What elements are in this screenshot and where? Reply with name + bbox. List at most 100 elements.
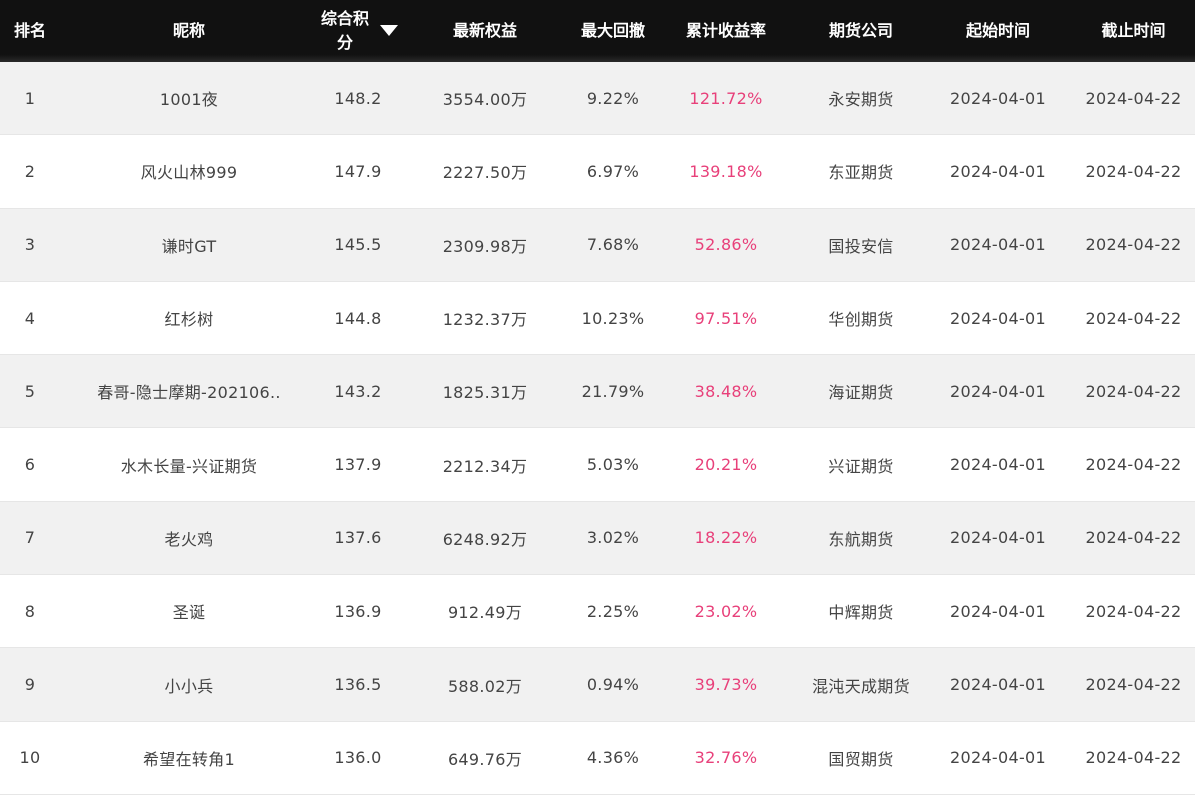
end-time-cell: 2024-04-22 xyxy=(1085,308,1182,328)
column-header-company[interactable]: 期货公司 xyxy=(798,0,924,62)
score-cell: 136.9 xyxy=(334,601,382,621)
company-cell: 东航期货 xyxy=(828,529,894,549)
end-time-cell: 2024-04-22 xyxy=(1085,161,1182,181)
equity-cell: 1232.37万 xyxy=(442,310,528,330)
nickname-cell[interactable]: 谦时GT xyxy=(60,233,318,257)
equity-cell: 1825.31万 xyxy=(442,383,528,403)
start-time-cell: 2024-04-01 xyxy=(950,675,1046,695)
end-time-cell: 2024-04-22 xyxy=(1085,88,1182,108)
rank-cell: 7 xyxy=(24,528,36,548)
end-time-cell: 2024-04-22 xyxy=(1085,381,1182,401)
ranking-table: 排名 昵称 综合积分 最新权益 最大回撤 累计收益率 期货公司 起始时间 截止时… xyxy=(0,0,1195,795)
rank-cell: 1 xyxy=(24,88,36,108)
table-row[interactable]: 5 春哥-隐士摩期-202106.. 143.2 1825.31万 21.79%… xyxy=(0,355,1195,429)
drawdown-cell: 2.25% xyxy=(586,601,640,621)
equity-cell: 6248.92万 xyxy=(442,529,528,549)
table-row[interactable]: 1 1001夜 148.2 3554.00万 9.22% 121.72% 永安期… xyxy=(0,62,1195,136)
nickname-cell[interactable]: 水木长量-兴证期货 xyxy=(60,453,318,477)
drawdown-cell: 6.97% xyxy=(586,161,640,181)
nickname-cell[interactable]: 红杉树 xyxy=(60,306,318,330)
score-cell: 136.5 xyxy=(334,675,382,695)
start-time-cell: 2024-04-01 xyxy=(950,161,1046,181)
end-time-cell: 2024-04-22 xyxy=(1085,601,1182,621)
rank-cell: 9 xyxy=(24,675,36,695)
nickname-cell[interactable]: 春哥-隐士摩期-202106.. xyxy=(60,379,318,403)
drawdown-cell: 5.03% xyxy=(586,455,640,475)
table-header: 排名 昵称 综合积分 最新权益 最大回撤 累计收益率 期货公司 起始时间 截止时… xyxy=(0,0,1195,62)
cumulative-return-cell: 97.51% xyxy=(694,308,758,328)
nickname-cell[interactable]: 希望在转角1 xyxy=(60,746,318,770)
start-time-cell: 2024-04-01 xyxy=(950,601,1046,621)
cumulative-return-cell: 139.18% xyxy=(689,161,763,181)
column-header-equity[interactable]: 最新权益 xyxy=(398,0,572,62)
table-row[interactable]: 3 谦时GT 145.5 2309.98万 7.68% 52.86% 国投安信 … xyxy=(0,208,1195,282)
table-row[interactable]: 10 希望在转角1 136.0 649.76万 4.36% 32.76% 国贸期… xyxy=(0,721,1195,795)
equity-cell: 588.02万 xyxy=(447,676,523,696)
caret-down-icon[interactable] xyxy=(380,24,398,36)
drawdown-cell: 21.79% xyxy=(581,381,645,401)
table-row[interactable]: 8 圣诞 136.9 912.49万 2.25% 23.02% 中辉期货 202… xyxy=(0,575,1195,649)
start-time-cell: 2024-04-01 xyxy=(950,381,1046,401)
nickname-cell[interactable]: 小小兵 xyxy=(60,673,318,697)
end-time-cell: 2024-04-22 xyxy=(1085,675,1182,695)
rank-cell: 5 xyxy=(24,381,36,401)
drawdown-cell: 0.94% xyxy=(586,675,640,695)
drawdown-cell: 10.23% xyxy=(581,308,645,328)
nickname-cell[interactable]: 圣诞 xyxy=(60,599,318,623)
table-row[interactable]: 9 小小兵 136.5 588.02万 0.94% 39.73% 混沌天成期货 … xyxy=(0,648,1195,722)
company-cell: 东亚期货 xyxy=(828,163,894,183)
table-row[interactable]: 4 红杉树 144.8 1232.37万 10.23% 97.51% 华创期货 … xyxy=(0,281,1195,356)
rank-cell: 10 xyxy=(19,748,41,768)
score-cell: 145.5 xyxy=(334,235,382,255)
table-row[interactable]: 2 风火山林999 147.9 2227.50万 6.97% 139.18% 东… xyxy=(0,135,1195,209)
nickname-cell[interactable]: 老火鸡 xyxy=(60,526,318,550)
rank-cell: 8 xyxy=(24,601,36,621)
column-header-rank[interactable]: 排名 xyxy=(0,0,60,62)
column-header-score-label: 综合积分 xyxy=(320,9,369,52)
equity-cell: 3554.00万 xyxy=(442,90,528,110)
score-cell: 144.8 xyxy=(334,308,382,328)
company-cell: 海证期货 xyxy=(828,383,894,403)
column-header-drawdown[interactable]: 最大回撤 xyxy=(572,0,654,62)
equity-cell: 2212.34万 xyxy=(442,456,528,476)
company-cell: 兴证期货 xyxy=(828,456,894,476)
rank-cell: 6 xyxy=(24,455,36,475)
end-time-cell: 2024-04-22 xyxy=(1085,528,1182,548)
company-cell: 国贸期货 xyxy=(828,749,894,769)
score-cell: 147.9 xyxy=(334,161,382,181)
cumulative-return-cell: 39.73% xyxy=(694,675,758,695)
end-time-cell: 2024-04-22 xyxy=(1085,748,1182,768)
column-header-nickname[interactable]: 昵称 xyxy=(60,0,318,62)
end-time-cell: 2024-04-22 xyxy=(1085,235,1182,255)
score-cell: 136.0 xyxy=(334,748,382,768)
start-time-cell: 2024-04-01 xyxy=(950,528,1046,548)
equity-cell: 649.76万 xyxy=(447,749,523,769)
equity-cell: 2309.98万 xyxy=(442,236,528,256)
score-cell: 137.9 xyxy=(334,455,382,475)
cumulative-return-cell: 23.02% xyxy=(694,601,758,621)
rank-cell: 3 xyxy=(24,235,36,255)
equity-cell: 912.49万 xyxy=(447,603,523,623)
rank-cell: 4 xyxy=(24,308,36,328)
drawdown-cell: 7.68% xyxy=(586,235,640,255)
table-row[interactable]: 6 水木长量-兴证期货 137.9 2212.34万 5.03% 20.21% … xyxy=(0,428,1195,502)
drawdown-cell: 4.36% xyxy=(586,748,640,768)
score-cell: 137.6 xyxy=(334,528,382,548)
cumulative-return-cell: 52.86% xyxy=(694,235,758,255)
column-header-start-time[interactable]: 起始时间 xyxy=(924,0,1072,62)
nickname-cell[interactable]: 风火山林999 xyxy=(60,159,318,183)
start-time-cell: 2024-04-01 xyxy=(950,88,1046,108)
company-cell: 中辉期货 xyxy=(828,603,894,623)
start-time-cell: 2024-04-01 xyxy=(950,235,1046,255)
company-cell: 华创期货 xyxy=(828,310,894,330)
start-time-cell: 2024-04-01 xyxy=(950,748,1046,768)
column-header-score[interactable]: 综合积分 xyxy=(318,0,398,62)
rank-cell: 2 xyxy=(24,161,36,181)
cumulative-return-cell: 32.76% xyxy=(694,748,758,768)
score-cell: 148.2 xyxy=(334,88,382,108)
equity-cell: 2227.50万 xyxy=(442,163,528,183)
column-header-end-time[interactable]: 截止时间 xyxy=(1072,0,1195,62)
nickname-cell[interactable]: 1001夜 xyxy=(60,86,318,110)
table-row[interactable]: 7 老火鸡 137.6 6248.92万 3.02% 18.22% 东航期货 2… xyxy=(0,501,1195,576)
column-header-cumulative-return[interactable]: 累计收益率 xyxy=(654,0,798,62)
